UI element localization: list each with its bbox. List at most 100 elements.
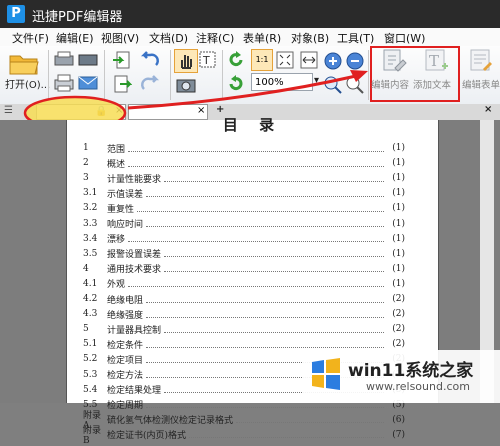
scan-dropdown-icon[interactable] xyxy=(78,50,98,68)
toc-page: (1) xyxy=(392,188,405,199)
menu-bar: 文件(F) 编辑(E) 视图(V) 文档(D) 注释(C) 表单(R) 对象(B… xyxy=(0,28,500,47)
toc-row: 1 范围 (1) xyxy=(83,141,405,155)
open-button[interactable] xyxy=(8,50,40,79)
toc-leader xyxy=(164,175,384,182)
toc-title: 响应时间 xyxy=(107,220,144,230)
toc-page: (1) xyxy=(392,158,405,169)
page-heading: 目 录 xyxy=(222,116,283,134)
watermark-logo-icon xyxy=(312,358,340,390)
panel-toggle-icon[interactable]: ☰ xyxy=(4,105,13,116)
menu-tools[interactable]: 工具(T) xyxy=(337,30,374,46)
watermark: win11系统之家 www.relsound.com xyxy=(302,350,500,403)
undo-icon[interactable] xyxy=(138,51,166,69)
toc-leader xyxy=(146,296,384,303)
edit-content-button[interactable]: 编辑内容 xyxy=(371,48,413,98)
extract-page-icon[interactable] xyxy=(112,51,132,69)
toc-page: (6) xyxy=(392,414,405,425)
toc-row: 3.4 漂移 (1) xyxy=(83,232,405,246)
toc-number: 3.2 xyxy=(83,203,98,214)
insert-page-icon[interactable] xyxy=(112,75,132,93)
toc-leader xyxy=(146,190,384,197)
toc-page: (1) xyxy=(392,278,405,289)
print-icon[interactable] xyxy=(54,74,74,92)
redo-icon[interactable] xyxy=(138,75,166,93)
toc-row: 5 计量器具控制 (2) xyxy=(83,322,405,336)
toc-title: 绝缘电阻 xyxy=(107,295,144,306)
toc-number: 3.3 xyxy=(83,218,98,229)
loupe-icon[interactable] xyxy=(345,75,365,95)
fit-page-icon[interactable] xyxy=(275,50,295,70)
toc-number: 5 xyxy=(83,324,89,335)
toc-title: 计量性能要求 xyxy=(107,174,162,185)
scanner-icon[interactable] xyxy=(54,50,74,68)
menu-view[interactable]: 视图(V) xyxy=(101,30,139,46)
toc-row: 附录A 硫化氢气体检测仪检定记录格式 (6) xyxy=(83,411,405,431)
snapshot-icon[interactable] xyxy=(176,76,196,94)
toc-title: 检定方法 xyxy=(107,371,144,381)
toc-row: 4.3 绝缘强度 (2) xyxy=(83,307,405,321)
toc-page: (2) xyxy=(392,309,405,320)
svg-text:T: T xyxy=(202,54,210,67)
edit-form-button[interactable]: 编辑表单 xyxy=(462,48,500,98)
zoom-marquee-icon[interactable] xyxy=(323,75,343,95)
menu-comment[interactable]: 注释(C) xyxy=(196,30,234,46)
close-document-icon[interactable]: × xyxy=(484,104,492,115)
zoom-in-icon[interactable] xyxy=(323,51,343,71)
toc-number: 5.2 xyxy=(83,354,98,365)
menu-file[interactable]: 文件(F) xyxy=(12,30,49,46)
toc-row: 4.1 外观 (1) xyxy=(83,277,405,291)
toc-title: 外观 xyxy=(107,280,126,291)
app-logo: P xyxy=(7,5,25,23)
email-icon[interactable] xyxy=(78,74,98,92)
toc-number: 4 xyxy=(83,263,89,274)
toc-leader xyxy=(146,311,384,318)
fit-width-icon[interactable] xyxy=(299,50,319,70)
toc-number: 4.3 xyxy=(83,309,98,320)
toc-row: 附录B 检定证书(内页)格式 (7) xyxy=(83,426,405,446)
watermark-brand: win11系统之家 xyxy=(348,361,474,381)
toc-leader xyxy=(164,250,384,258)
toc-title: 计量器具控制 xyxy=(107,325,162,336)
menu-form[interactable]: 表单(R) xyxy=(243,30,281,46)
toc-leader xyxy=(146,220,384,227)
toc-title: 绝缘强度 xyxy=(107,310,144,321)
toc-leader xyxy=(164,265,384,273)
add-text-button[interactable]: T 添加文本 xyxy=(413,48,457,98)
toc-leader xyxy=(128,235,384,243)
hand-tool-button[interactable] xyxy=(174,49,198,73)
toc-title: 硫化氢气体检测仪检定记录格式 xyxy=(107,416,234,427)
toc-row: 3.2 重复性 (1) xyxy=(83,201,405,215)
toc-leader xyxy=(236,416,384,424)
menu-edit[interactable]: 编辑(E) xyxy=(56,30,94,46)
menu-object[interactable]: 对象(B) xyxy=(291,30,329,46)
rotate-counterclockwise-icon[interactable] xyxy=(226,74,246,94)
zoom-dropdown-icon[interactable]: ▾ xyxy=(314,75,319,86)
zoom-out-icon[interactable] xyxy=(345,51,365,71)
window-title: 迅捷PDF编辑器 xyxy=(32,10,123,25)
toc-row: 3.1 示值误差 (1) xyxy=(83,186,405,200)
toc-title: 范围 xyxy=(107,144,126,155)
actual-size-button[interactable]: 1:1 xyxy=(251,49,273,71)
toc-number: 5.4 xyxy=(83,384,98,395)
rotate-clockwise-icon[interactable] xyxy=(226,50,246,70)
toc-number: 5.3 xyxy=(83,369,98,380)
toc-page: (2) xyxy=(392,339,405,350)
toc-row: 2 概述 (1) xyxy=(83,156,405,170)
edit-content-icon xyxy=(383,49,407,72)
toc-page: (1) xyxy=(392,218,405,229)
toc-page: (2) xyxy=(392,324,405,335)
toc-title: 示值误差 xyxy=(107,189,144,200)
edit-content-label: 编辑内容 xyxy=(371,80,410,91)
toc-page: (2) xyxy=(392,294,405,304)
toc-leader xyxy=(146,341,384,348)
menu-window[interactable]: 窗口(W) xyxy=(384,30,425,46)
toc-page: (1) xyxy=(392,173,405,184)
open-label[interactable]: 打开(O)... xyxy=(5,76,50,91)
zoom-input[interactable]: 100% xyxy=(251,73,313,91)
edit-form-label: 编辑表单 xyxy=(462,80,500,91)
toc-title: 检定项目 xyxy=(107,355,144,366)
toc-number: 附录B xyxy=(83,426,102,446)
toc-title: 报警设置误差 xyxy=(107,250,162,261)
select-text-icon[interactable]: T xyxy=(198,50,218,70)
menu-document[interactable]: 文档(D) xyxy=(149,30,188,46)
